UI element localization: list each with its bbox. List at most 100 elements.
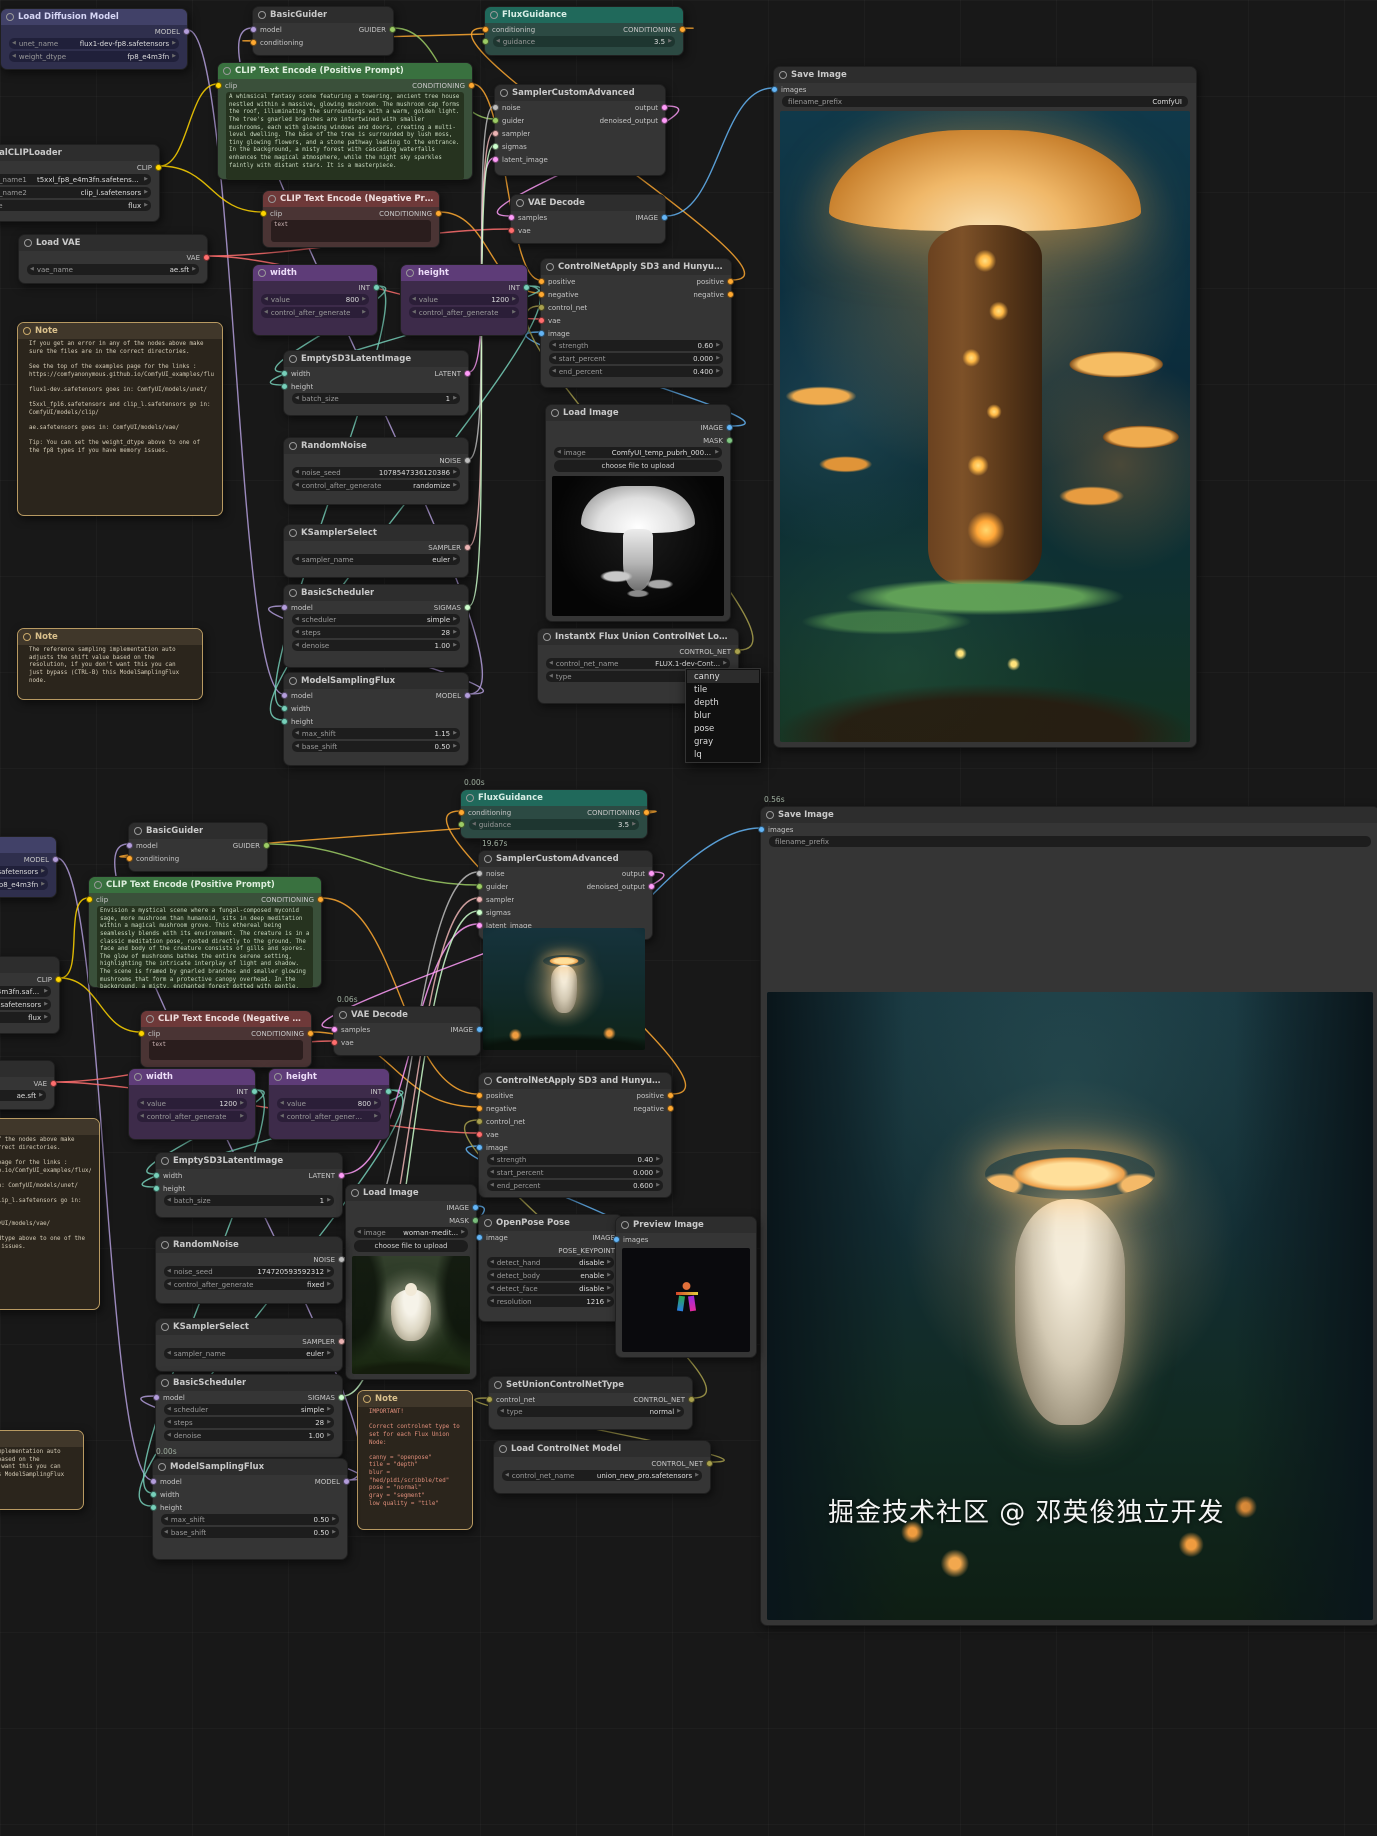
prompt-textarea[interactable]: text (271, 220, 431, 242)
combo-next-arrow-icon[interactable]: ▶ (362, 297, 366, 302)
output-slot-dot[interactable] (472, 1204, 479, 1211)
node-header[interactable]: Load VAE (19, 235, 207, 251)
input-slot-dot[interactable] (758, 826, 765, 833)
combo-prev-arrow-icon[interactable]: ◀ (557, 450, 561, 455)
output-slot-GUIDER[interactable]: GUIDER (359, 26, 396, 34)
combo-prev-arrow-icon[interactable]: ◀ (167, 1198, 171, 1203)
input-slot-positive[interactable]: positive (476, 1092, 513, 1100)
output-slot-dot[interactable] (343, 1478, 350, 1485)
input-slot-dot[interactable] (150, 1478, 157, 1485)
combo-prev-arrow-icon[interactable]: ◀ (280, 1114, 284, 1119)
collapse-dot-icon[interactable] (258, 269, 266, 277)
combo-next-arrow-icon[interactable]: ▶ (716, 356, 720, 361)
input-slot-vae[interactable]: vae (508, 227, 531, 235)
widget-end_percent[interactable]: ◀end_percent0.400▶ (549, 366, 723, 377)
vae-decode-1[interactable]: VAE DecodesamplesIMAGEvae (510, 194, 666, 244)
collapse-dot-icon[interactable] (484, 1077, 492, 1085)
collapse-dot-icon[interactable] (484, 855, 492, 863)
combo-next-arrow-icon[interactable]: ▶ (240, 1101, 244, 1106)
combo-prev-arrow-icon[interactable]: ◀ (295, 396, 299, 401)
node-header[interactable]: RandomNoise (156, 1237, 342, 1253)
load-diffusion-model-2[interactable]: Load Diffusion ModelMODEL◀unet_nameflux1… (0, 836, 57, 898)
combo-next-arrow-icon[interactable]: ▶ (172, 54, 176, 59)
node-header[interactable]: ControlNetApply SD3 and HunyuanDiT (479, 1073, 671, 1089)
combo-next-arrow-icon[interactable]: ▶ (144, 190, 148, 195)
output-slot-dot[interactable] (183, 28, 190, 35)
note-1[interactable]: NoteIf you get an error in any of the no… (17, 322, 223, 516)
prompt-textarea[interactable]: The reference sampling implementation au… (26, 645, 194, 695)
output-slot-MASK[interactable]: MASK (449, 1217, 479, 1225)
output-slot-INT[interactable]: INT (508, 284, 530, 292)
vae-decode-2[interactable]: 0.06sVAE DecodesamplesIMAGEvae (333, 1006, 481, 1056)
combo-prev-arrow-icon[interactable]: ◀ (496, 39, 500, 44)
input-slot-model[interactable]: model (250, 26, 282, 34)
widget-filename_prefix[interactable]: filename_prefix (769, 836, 1371, 847)
widget-vae_name[interactable]: ◀vae_nameae.sft▶ (27, 264, 199, 275)
output-slot-dot[interactable] (338, 1172, 345, 1179)
combo-next-arrow-icon[interactable]: ▶ (327, 1198, 331, 1203)
controlnet-apply-1[interactable]: ControlNetApply SD3 and HunyuanDiTpositi… (540, 258, 732, 388)
combo-next-arrow-icon[interactable]: ▶ (607, 1260, 611, 1265)
collapse-dot-icon[interactable] (289, 589, 297, 597)
combo-prev-arrow-icon[interactable]: ◀ (295, 617, 299, 622)
combo-prev-arrow-icon[interactable]: ◀ (167, 1269, 171, 1274)
widget-control_after_generate[interactable]: ◀control_after_generaterandomize▶ (292, 480, 460, 491)
combo-next-arrow-icon[interactable]: ▶ (192, 267, 196, 272)
widget-guidance[interactable]: ◀guidance3.5▶ (493, 36, 675, 47)
node-header[interactable]: Load Image (546, 405, 730, 421)
load-vae-1[interactable]: Load VAEVAE◀vae_nameae.sft▶ (18, 234, 208, 284)
combo-prev-arrow-icon[interactable]: ◀ (549, 674, 553, 679)
input-slot-height[interactable]: height (153, 1185, 185, 1193)
widget-steps[interactable]: ◀steps28▶ (164, 1417, 334, 1428)
output-slot-dot[interactable] (464, 370, 471, 377)
input-slot-dot[interactable] (138, 1030, 145, 1037)
dropdown-option-lq[interactable]: lq (687, 748, 759, 761)
combo-next-arrow-icon[interactable]: ▶ (453, 396, 457, 401)
clip-text-encode-negative-1[interactable]: CLIP Text Encode (Negative Prompt)clipCO… (262, 190, 440, 248)
combo-prev-arrow-icon[interactable]: ◀ (295, 643, 299, 648)
input-slot-dot[interactable] (150, 1504, 157, 1511)
output-slot-dot[interactable] (476, 1026, 483, 1033)
input-slot-dot[interactable] (86, 896, 93, 903)
output-slot-dot[interactable] (679, 26, 686, 33)
output-slot-dot[interactable] (338, 1338, 345, 1345)
input-slot-dot[interactable] (538, 291, 545, 298)
combo-next-arrow-icon[interactable]: ▶ (607, 1286, 611, 1291)
combo-prev-arrow-icon[interactable]: ◀ (12, 54, 16, 59)
collapse-dot-icon[interactable] (23, 633, 31, 641)
combo-prev-arrow-icon[interactable]: ◀ (295, 630, 299, 635)
input-slot-samples[interactable]: samples (331, 1026, 370, 1034)
input-slot-sigmas[interactable]: sigmas (492, 143, 527, 151)
input-slot-dot[interactable] (215, 82, 222, 89)
node-header[interactable]: Note (0, 1119, 99, 1135)
input-slot-model[interactable]: model (150, 1478, 182, 1486)
output-slot-MASK[interactable]: MASK (703, 437, 733, 445)
preview-image-panel-1[interactable] (483, 928, 645, 1050)
combo-next-arrow-icon[interactable]: ▶ (172, 41, 176, 46)
combo-next-arrow-icon[interactable]: ▶ (374, 1101, 378, 1106)
output-slot-MODEL[interactable]: MODEL (315, 1478, 350, 1486)
collapse-dot-icon[interactable] (494, 1381, 502, 1389)
collapse-dot-icon[interactable] (258, 11, 266, 19)
output-slot-dot[interactable] (468, 82, 475, 89)
combo-next-arrow-icon[interactable]: ▶ (716, 369, 720, 374)
input-slot-conditioning[interactable]: conditioning (482, 26, 535, 34)
input-slot-dot[interactable] (771, 86, 778, 93)
collapse-dot-icon[interactable] (268, 195, 276, 203)
output-slot-CONTROL_NET[interactable]: CONTROL_NET (633, 1396, 695, 1404)
output-slot-INT[interactable]: INT (370, 1088, 392, 1096)
combo-next-arrow-icon[interactable]: ▶ (327, 1351, 331, 1356)
load-vae-2[interactable]: Load VAEVAE◀vae_nameae.sft▶ (0, 1060, 55, 1110)
input-slot-vae[interactable]: vae (331, 1039, 354, 1047)
load-image-2[interactable]: Load ImageIMAGEMASK◀imagewoman-medit...▶… (345, 1184, 477, 1380)
output-slot-dot[interactable] (726, 437, 733, 444)
combo-prev-arrow-icon[interactable]: ◀ (264, 297, 268, 302)
dropdown-option-gray[interactable]: gray (687, 735, 759, 748)
combo-next-arrow-icon[interactable]: ▶ (716, 343, 720, 348)
input-slot-dot[interactable] (538, 317, 545, 324)
output-slot-dot[interactable] (688, 1396, 695, 1403)
input-slot-width[interactable]: width (150, 1491, 179, 1499)
output-slot-positive[interactable]: positive (637, 1092, 674, 1100)
output-slot-IMAGE[interactable]: IMAGE (700, 424, 733, 432)
width-1[interactable]: widthINT◀value800▶◀control_after_generat… (252, 264, 378, 336)
